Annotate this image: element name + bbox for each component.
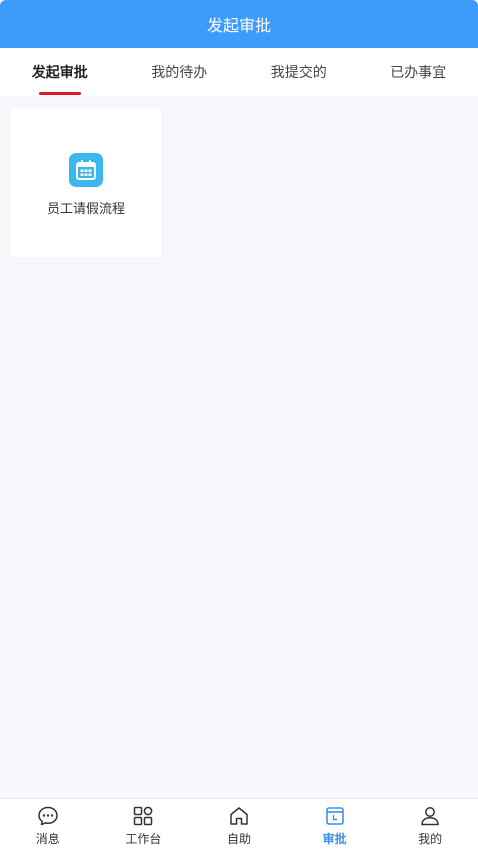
- nav-item-workbench[interactable]: 工作台: [96, 799, 192, 850]
- home-icon: [227, 804, 251, 828]
- nav-item-mine[interactable]: 我的: [382, 799, 478, 850]
- nav-label: 审批: [322, 832, 347, 846]
- tab-initiate-approval[interactable]: 发起审批: [0, 48, 120, 96]
- nav-item-messages[interactable]: 消息: [0, 799, 96, 850]
- card-label: 员工请假流程: [46, 202, 125, 217]
- tab-my-submitted[interactable]: 我提交的: [239, 48, 359, 96]
- tab-label: 发起审批: [31, 65, 88, 81]
- grid-icon: [131, 804, 155, 828]
- nav-item-self-service[interactable]: 自助: [191, 799, 287, 850]
- tab-label: 已办事宜: [390, 65, 447, 81]
- user-icon: [418, 804, 442, 828]
- nav-label: 消息: [35, 832, 60, 846]
- app-header: 发起审批: [0, 0, 478, 48]
- tab-label: 我提交的: [270, 65, 327, 81]
- chat-bubble-icon: [36, 804, 60, 828]
- calendar-icon: [69, 153, 103, 187]
- tab-my-todo[interactable]: 我的待办: [120, 48, 240, 96]
- nav-label: 我的: [418, 832, 443, 846]
- tab-done-items[interactable]: 已办事宜: [359, 48, 478, 96]
- nav-item-approval[interactable]: 审批: [287, 799, 383, 850]
- nav-label: 自助: [226, 832, 251, 846]
- leave-process-card[interactable]: 员工请假流程: [11, 108, 161, 257]
- tab-bar: 发起审批 我的待办 我提交的 已办事宜: [0, 48, 478, 96]
- approval-icon: [323, 804, 347, 828]
- nav-label: 工作台: [125, 832, 162, 846]
- tab-label: 我的待办: [151, 65, 208, 81]
- page-title: 发起审批: [206, 16, 271, 35]
- bottom-nav: 消息 工作台 自助 审批 我的: [0, 798, 478, 850]
- main-content: 员工请假流程: [0, 96, 478, 798]
